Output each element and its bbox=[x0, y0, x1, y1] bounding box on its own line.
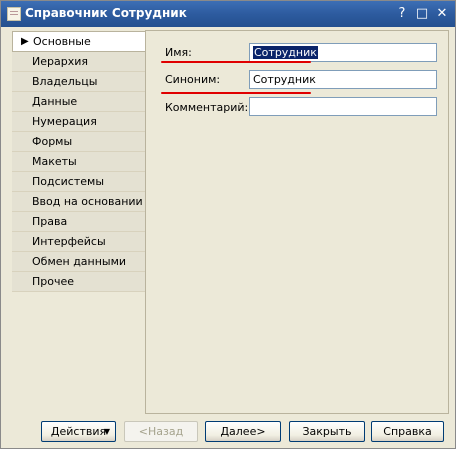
tab-label: Данные bbox=[32, 95, 78, 108]
tab-prochee[interactable]: Прочее bbox=[12, 272, 145, 292]
tab-ierarhiya[interactable]: Иерархия bbox=[12, 52, 145, 72]
client-area: ▶ Основные Иерархия Владельцы Данные Нум… bbox=[4, 27, 452, 445]
red-underline-synonym bbox=[161, 92, 311, 94]
help-button[interactable]: Справка bbox=[371, 421, 444, 442]
dialog-window: Справочник Сотрудник ? □ ✕ ▶ Основные Ие… bbox=[0, 0, 456, 449]
tab-osnovnye[interactable]: ▶ Основные bbox=[12, 31, 146, 52]
tab-dannye[interactable]: Данные bbox=[12, 92, 145, 112]
close-icon[interactable]: ✕ bbox=[434, 6, 450, 22]
synonym-label: Синоним: bbox=[165, 73, 221, 86]
close-button[interactable]: Закрыть bbox=[289, 421, 365, 442]
synonym-value: Сотрудник bbox=[253, 73, 316, 86]
comment-label: Комментарий: bbox=[165, 101, 249, 114]
tab-vladeltsy[interactable]: Владельцы bbox=[12, 72, 145, 92]
red-underline-name bbox=[161, 61, 311, 63]
catalog-icon bbox=[7, 7, 21, 21]
window-title: Справочник Сотрудник bbox=[25, 6, 187, 20]
tab-label: Интерфейсы bbox=[32, 235, 106, 248]
tab-numeratsiya[interactable]: Нумерация bbox=[12, 112, 145, 132]
tab-label: Ввод на основании bbox=[32, 195, 143, 208]
comment-field[interactable] bbox=[249, 97, 437, 116]
actions-button[interactable]: Действия ▼ bbox=[41, 421, 116, 442]
tab-label: Владельцы bbox=[32, 75, 98, 88]
tab-label: Основные bbox=[33, 35, 91, 48]
actions-label: Действия bbox=[50, 425, 107, 438]
tab-label: Иерархия bbox=[32, 55, 88, 68]
maximize-icon[interactable]: □ bbox=[414, 6, 430, 22]
tab-label: Обмен данными bbox=[32, 255, 127, 268]
chevron-down-icon: ▼ bbox=[103, 427, 110, 436]
tab-label: Права bbox=[32, 215, 68, 228]
current-tab-arrow-icon: ▶ bbox=[21, 36, 29, 47]
tab-formy[interactable]: Формы bbox=[12, 132, 145, 152]
tab-label: Прочее bbox=[32, 275, 75, 288]
tab-label: Нумерация bbox=[32, 115, 97, 128]
tab-label: Подсистемы bbox=[32, 175, 105, 188]
next-button[interactable]: Далее> bbox=[205, 421, 281, 442]
name-value: Сотрудник bbox=[253, 46, 318, 59]
name-label: Имя: bbox=[165, 46, 192, 59]
tab-label: Макеты bbox=[32, 155, 77, 168]
synonym-field[interactable]: Сотрудник bbox=[249, 70, 437, 89]
back-button[interactable]: <Назад bbox=[124, 421, 198, 442]
name-field[interactable]: Сотрудник bbox=[249, 43, 437, 62]
tab-interfeysy[interactable]: Интерфейсы bbox=[12, 232, 145, 252]
tab-list: ▶ Основные Иерархия Владельцы Данные Нум… bbox=[12, 31, 146, 292]
tab-podsistemy[interactable]: Подсистемы bbox=[12, 172, 145, 192]
title-bar[interactable]: Справочник Сотрудник ? □ ✕ bbox=[1, 1, 455, 27]
tab-vvod-na-osnovanii[interactable]: Ввод на основании bbox=[12, 192, 145, 212]
help-icon[interactable]: ? bbox=[394, 6, 410, 22]
tab-obmen-dannymi[interactable]: Обмен данными bbox=[12, 252, 145, 272]
tab-makety[interactable]: Макеты bbox=[12, 152, 145, 172]
main-panel: Имя: Сотрудник Синоним: Сотрудник Коммен… bbox=[145, 30, 449, 414]
button-bar: Действия ▼ <Назад Далее> Закрыть Справка bbox=[4, 415, 452, 445]
tab-prava[interactable]: Права bbox=[12, 212, 145, 232]
tab-label: Формы bbox=[32, 135, 73, 148]
